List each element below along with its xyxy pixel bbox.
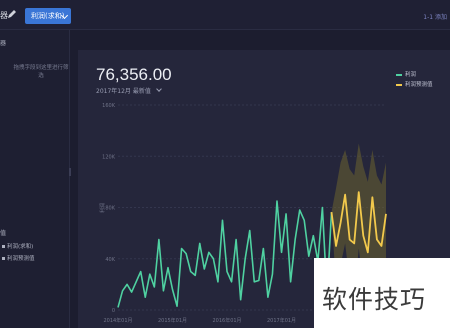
pencil-icon[interactable] (7, 9, 17, 19)
field-pill-profit[interactable]: 利润(求和) (25, 8, 71, 24)
y-tick-label: 160K (102, 103, 116, 109)
x-tick-label: 2017年01月 (267, 317, 296, 324)
x-tick-label: 2014年01月 (103, 317, 132, 324)
top-toolbar: 器 利润(求和) 1-1 添加 (0, 0, 450, 30)
filter-section-title: 器 (0, 40, 7, 47)
value-item-profit-forecast[interactable]: 利润预测值 (2, 254, 35, 262)
bullet-icon (2, 245, 5, 248)
add-link[interactable]: 1-1 添加 (423, 12, 447, 21)
y-tick-label: 80K (105, 206, 115, 212)
y-tick-label: 40K (105, 257, 115, 263)
filter-drop-hint[interactable]: 拖拽字段到这里进行筛选 (0, 64, 70, 80)
watermark-overlay: 软件技巧 (314, 258, 450, 328)
x-tick-label: 2016年01月 (212, 317, 241, 324)
x-tick-label: 2015年01月 (158, 317, 187, 324)
sidebar-resize-handle[interactable] (69, 168, 71, 176)
value-item-label: 利润预测值 (7, 256, 35, 262)
filter-sidebar: 器 拖拽字段到这里进行筛选 值 利润(求和) 利润预测值 (0, 30, 70, 328)
field-pill-label: 利润(求和) (31, 12, 65, 20)
value-item-label: 利润(求和) (7, 244, 34, 250)
values-section-title: 值 (0, 230, 7, 237)
series-line-profit[interactable] (117, 200, 333, 308)
bullet-icon (2, 257, 5, 260)
value-item-profit-sum[interactable]: 利润(求和) (2, 242, 33, 250)
y-tick-label: 120K (102, 154, 116, 160)
watermark-text: 软件技巧 (322, 285, 427, 314)
y-axis-label: 利润 (99, 203, 106, 213)
y-tick-label: 0 (112, 308, 115, 314)
